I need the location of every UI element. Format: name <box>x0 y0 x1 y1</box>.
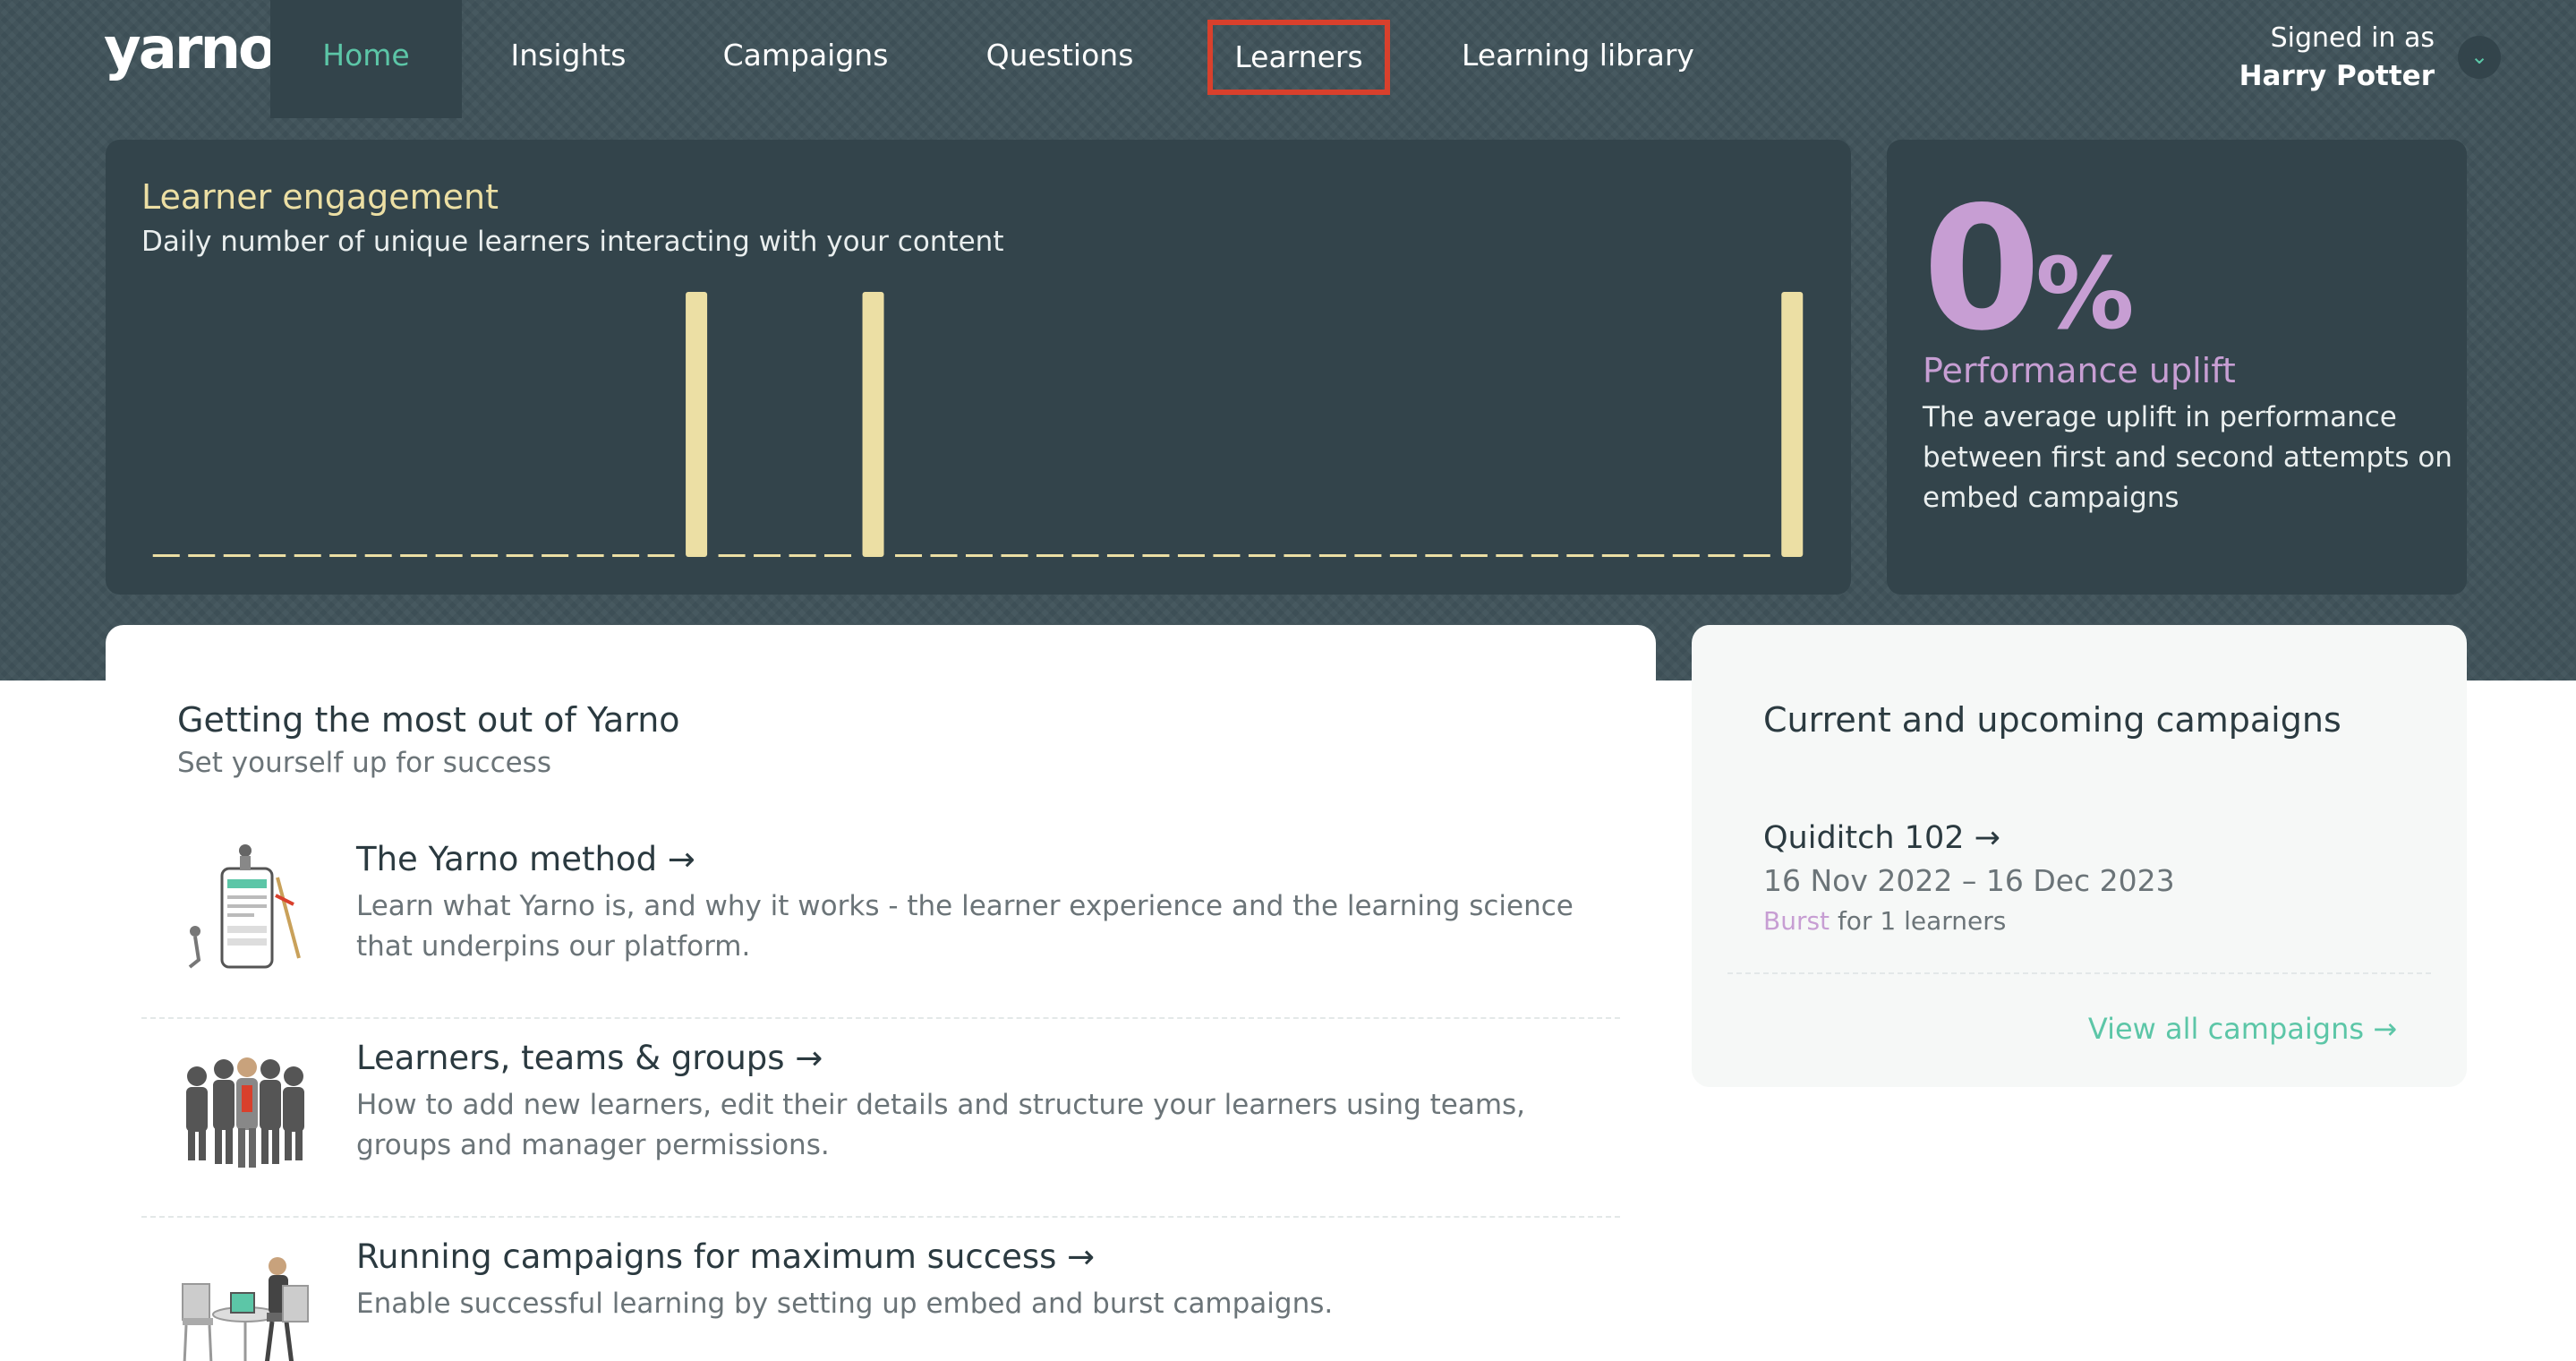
engagement-bar <box>686 292 708 557</box>
engagement-bar-zero <box>1425 554 1453 557</box>
uplift-value: 0% <box>1923 184 2134 379</box>
engagement-bar-zero <box>1213 554 1241 557</box>
engagement-chart <box>152 292 1804 557</box>
engagement-bar-zero <box>789 554 816 557</box>
engagement-bar <box>1781 292 1804 557</box>
campaign-learners: for 1 learners <box>1837 906 2007 936</box>
campaign-type: Burst <box>1763 906 1830 936</box>
guide-description: Learn what Yarno is, and why it works - … <box>356 890 1574 963</box>
engagement-bar-zero <box>1708 554 1736 557</box>
engagement-bar-zero <box>1001 554 1028 557</box>
engagement-bar-zero <box>930 554 958 557</box>
campaign-dates: 16 Nov 2022 – 16 Dec 2023 <box>1763 863 2175 898</box>
engagement-card: Learner engagement Daily number of uniqu… <box>106 140 1851 595</box>
engagement-bar-zero <box>152 554 180 557</box>
people-group-illustration-icon <box>186 1057 304 1168</box>
engagement-bar-zero <box>329 554 357 557</box>
signed-in-label: Signed in as <box>2270 22 2435 54</box>
uplift-title: Performance uplift <box>1923 351 2236 390</box>
guide-title[interactable]: The Yarno method → <box>356 840 695 878</box>
engagement-bar-zero <box>542 554 569 557</box>
campaign-meta: Burst for 1 learners <box>1763 906 2006 936</box>
uplift-unit: % <box>2035 236 2135 351</box>
engagement-bar-zero <box>1354 554 1382 557</box>
engagement-bar-zero <box>1142 554 1170 557</box>
engagement-bar-zero <box>647 554 675 557</box>
nav-learners[interactable]: Learners <box>1199 0 1398 118</box>
guide-title[interactable]: Running campaigns for maximum success → <box>356 1237 1095 1276</box>
desk-illustration-icon <box>182 1257 309 1361</box>
engagement-bar-zero <box>1566 554 1594 557</box>
uplift-number: 0 <box>1923 170 2041 368</box>
yarno-logo[interactable]: yarno <box>104 16 277 82</box>
campaigns-title: Current and upcoming campaigns <box>1763 700 2341 740</box>
engagement-bar-zero <box>612 554 640 557</box>
campaign-name-link[interactable]: Quiditch 102 → <box>1763 820 2000 856</box>
nav-insights[interactable]: Insights <box>490 0 646 118</box>
view-all-campaigns-link[interactable]: View all campaigns → <box>2088 1012 2397 1046</box>
engagement-bar-zero <box>259 554 286 557</box>
guide-item[interactable]: The Yarno method → Learn what Yarno is, … <box>141 820 1620 1019</box>
engagement-bar-zero <box>188 554 216 557</box>
engagement-bar-zero <box>1106 554 1134 557</box>
engagement-bar-zero <box>965 554 994 557</box>
guides-card: Getting the most out of Yarno Set yourse… <box>106 625 1656 1361</box>
engagement-bar-zero <box>294 554 321 557</box>
engagement-bar-zero <box>1284 554 1311 557</box>
guide-description: Enable successful learning by setting up… <box>356 1288 1334 1320</box>
user-name: Harry Potter <box>2239 60 2435 92</box>
engagement-bar-zero <box>1177 554 1205 557</box>
guide-item[interactable]: Learners, teams & groups → How to add ne… <box>141 1019 1620 1218</box>
engagement-bar-zero <box>1389 554 1417 557</box>
engagement-bar <box>862 292 884 557</box>
engagement-bar-zero <box>435 554 463 557</box>
campaigns-card: Current and upcoming campaigns Quiditch … <box>1692 625 2467 1087</box>
uplift-card: 0% Performance uplift The average uplift… <box>1887 140 2467 595</box>
user-menu-chevron-icon[interactable]: ⌄ <box>2458 36 2501 79</box>
engagement-bar-zero <box>1672 554 1700 557</box>
engagement-bar-zero <box>1531 554 1558 557</box>
guide-title[interactable]: Learners, teams & groups → <box>356 1039 823 1077</box>
divider <box>1727 972 2431 974</box>
nav-learners-label: Learners <box>1207 20 1390 95</box>
uplift-description: The average uplift in performance betwee… <box>1923 401 2452 514</box>
engagement-bar-zero <box>1318 554 1346 557</box>
engagement-bar-zero <box>754 554 781 557</box>
engagement-bar-zero <box>1496 554 1523 557</box>
engagement-bar-zero <box>576 554 604 557</box>
engagement-bar-zero <box>1601 554 1629 557</box>
signed-in-info: Signed in as Harry Potter <box>2239 20 2435 95</box>
engagement-bar-zero <box>895 554 923 557</box>
nav-home[interactable]: Home <box>270 0 462 118</box>
nav-learning-library[interactable]: Learning library <box>1450 0 1706 118</box>
engagement-bar-zero <box>1036 554 1063 557</box>
engagement-bar-zero <box>471 554 499 557</box>
engagement-bar-zero <box>1071 554 1099 557</box>
engagement-bar-zero <box>718 554 746 557</box>
phone-illustration-icon <box>188 844 301 969</box>
engagement-bar-zero <box>364 554 392 557</box>
engagement-bar-zero <box>506 554 533 557</box>
engagement-bar-zero <box>824 554 852 557</box>
guides-subtitle: Set yourself up for success <box>177 747 551 779</box>
engagement-bar-zero <box>1460 554 1488 557</box>
guide-description: How to add new learners, edit their deta… <box>356 1089 1526 1161</box>
top-nav: yarno Home Insights Campaigns Questions … <box>0 0 2576 118</box>
guide-item[interactable]: Running campaigns for maximum success → … <box>141 1218 1620 1361</box>
nav-questions[interactable]: Questions <box>968 0 1151 118</box>
engagement-bar-zero <box>1637 554 1665 557</box>
engagement-bar-zero <box>1248 554 1275 557</box>
engagement-bar-zero <box>1743 554 1770 557</box>
engagement-bar-zero <box>400 554 428 557</box>
nav-campaigns[interactable]: Campaigns <box>707 0 904 118</box>
engagement-bar-zero <box>223 554 251 557</box>
guides-title: Getting the most out of Yarno <box>177 700 680 740</box>
